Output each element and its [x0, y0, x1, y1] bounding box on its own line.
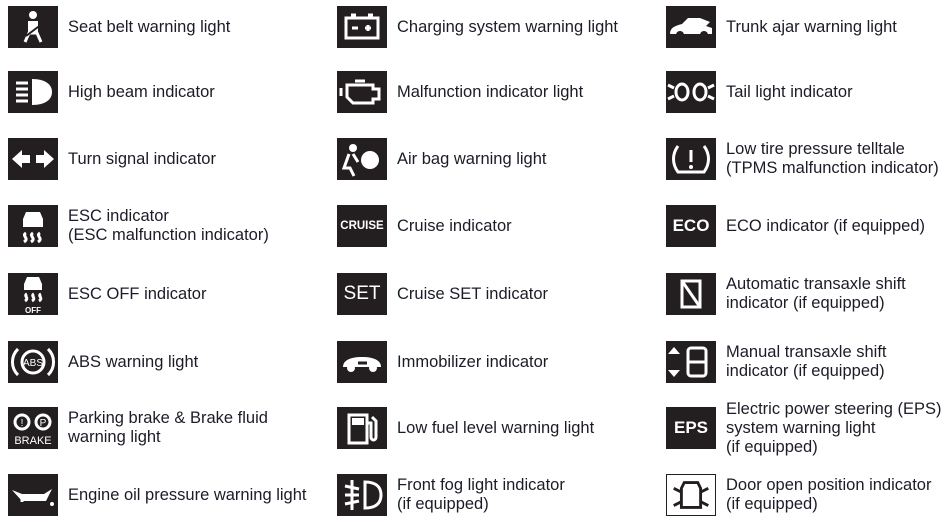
legend-item: CRUISE Cruise indicator — [337, 204, 512, 248]
legend-label: Parking brake & Brake fluid warning ligh… — [68, 409, 268, 446]
manual-shift-icon — [666, 341, 716, 383]
legend-label: Automatic transaxle shift indicator (if … — [726, 275, 906, 312]
eco-icon: ECO — [666, 205, 716, 247]
legend-item: ! P BRAKE Parking brake & Brake fluid warni… — [8, 406, 268, 450]
svg-text:ABS: ABS — [23, 358, 43, 369]
oil-can-icon — [8, 474, 58, 516]
legend-label: Tail light indicator — [726, 82, 853, 101]
esc-off-icon: OFF — [8, 273, 58, 315]
legend-item: High beam indicator — [8, 70, 215, 114]
svg-text:!: ! — [21, 418, 24, 429]
legend-label: High beam indicator — [68, 82, 215, 101]
legend-label: Cruise SET indicator — [397, 284, 549, 303]
legend-label: Air bag warning light — [397, 149, 547, 168]
icon-text: SET — [343, 283, 381, 304]
legend-item: Charging system warning light — [337, 5, 618, 49]
legend-label: Low fuel level warning light — [397, 418, 595, 437]
legend-label: Electric power steering (EPS) system war… — [726, 399, 942, 456]
tpms-icon — [666, 138, 716, 180]
airbag-icon — [337, 138, 387, 180]
fuel-pump-icon — [337, 407, 387, 449]
icon-text: CRUISE — [340, 220, 384, 232]
set-icon: SET — [337, 273, 387, 315]
svg-text:BRAKE: BRAKE — [14, 435, 51, 447]
legend-item: Door open position indicator (if equippe… — [666, 473, 931, 517]
legend-label: Low tire pressure telltale (TPMS malfunc… — [726, 140, 939, 177]
legend-label: ESC OFF indicator — [68, 284, 207, 303]
cruise-icon: CRUISE — [337, 205, 387, 247]
icon-text: ECO — [672, 216, 710, 235]
legend-item: Low tire pressure telltale (TPMS malfunc… — [666, 137, 939, 181]
legend-label: Cruise indicator — [397, 216, 512, 235]
trunk-ajar-icon — [666, 6, 716, 48]
legend-item: Turn signal indicator — [8, 137, 216, 181]
icon-text: EPS — [673, 418, 709, 437]
legend-label: Charging system warning light — [397, 17, 619, 36]
brake-icon: ! P BRAKE — [8, 407, 58, 449]
legend-item: Air bag warning light — [337, 137, 547, 181]
legend-item: Immobilizer indicator — [337, 340, 548, 384]
turn-signal-icon — [8, 138, 58, 180]
legend-item: Trunk ajar warning light — [666, 5, 897, 49]
legend-label: Front fog light indicator (if equipped) — [397, 476, 565, 513]
legend-item: Front fog light indicator (if equipped) — [337, 473, 565, 517]
legend-item: Low fuel level warning light — [337, 406, 594, 450]
legend-label: Turn signal indicator — [68, 149, 216, 168]
legend-item: OFF ESC OFF indicator — [8, 272, 206, 316]
legend-label: Immobilizer indicator — [397, 352, 549, 371]
legend-label: ABS warning light — [68, 352, 199, 371]
legend-item: ECO ECO indicator (if equipped) — [666, 204, 925, 248]
auto-shift-icon — [666, 273, 716, 315]
legend-label: Trunk ajar warning light — [726, 17, 897, 36]
svg-text:P: P — [40, 418, 47, 429]
seat-belt-icon — [8, 6, 58, 48]
legend-label: ECO indicator (if equipped) — [726, 216, 926, 235]
legend-item: Engine oil pressure warning light — [8, 473, 306, 517]
door-open-icon — [666, 474, 716, 516]
legend-item: EPS Electric power steering (EPS) system … — [666, 400, 942, 456]
svg-text:OFF: OFF — [25, 306, 41, 315]
legend-item: Automatic transaxle shift indicator (if … — [666, 272, 906, 316]
immobilizer-icon — [337, 341, 387, 383]
high-beam-icon — [8, 71, 58, 113]
legend-label: Seat belt warning light — [68, 17, 231, 36]
tail-light-icon — [666, 71, 716, 113]
legend-item: Seat belt warning light — [8, 5, 230, 49]
esc-icon — [8, 205, 58, 247]
legend-label: Malfunction indicator light — [397, 82, 584, 101]
abs-icon: ABS — [8, 341, 58, 383]
legend-item: ESC indicator (ESC malfunction indicator… — [8, 204, 269, 248]
legend-item: Malfunction indicator light — [337, 70, 583, 114]
battery-icon — [337, 6, 387, 48]
legend-item: Manual transaxle shift indicator (if equ… — [666, 340, 887, 384]
legend-label: Manual transaxle shift indicator (if equ… — [726, 343, 887, 380]
legend-label: Engine oil pressure warning light — [68, 485, 307, 504]
legend-item: SET Cruise SET indicator — [337, 272, 548, 316]
legend-item: ABS ABS warning light — [8, 340, 198, 384]
legend-label: Door open position indicator (if equippe… — [726, 476, 932, 513]
eps-icon: EPS — [666, 407, 716, 449]
front-fog-icon — [337, 474, 387, 516]
legend-item: Tail light indicator — [666, 70, 853, 114]
engine-icon — [337, 71, 387, 113]
legend-label: ESC indicator (ESC malfunction indicator… — [68, 207, 269, 244]
